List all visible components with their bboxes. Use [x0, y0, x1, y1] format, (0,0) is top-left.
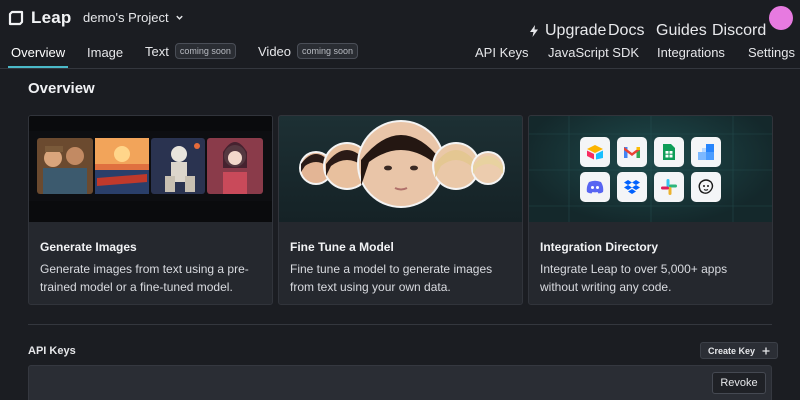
tab-api-keys[interactable]: API Keys [475, 45, 528, 60]
active-tab-indicator [8, 66, 68, 68]
tab-text-label: Text [145, 43, 169, 59]
portraits-image [299, 120, 505, 208]
project-switcher[interactable]: demo's Project [83, 10, 184, 25]
section-divider [28, 324, 772, 325]
discord-icon [580, 172, 610, 202]
create-key-button[interactable]: Create Key [700, 342, 779, 359]
project-name: demo's Project [83, 10, 169, 25]
google-sheets-icon [654, 137, 684, 167]
lightning-icon [530, 25, 538, 37]
revoke-button[interactable]: Revoke [712, 372, 766, 394]
create-key-label: Create Key [708, 345, 756, 356]
fine-tune-model-card[interactable]: Fine Tune a Model Fine tune a model to g… [278, 115, 523, 305]
app-name: Leap [31, 8, 72, 27]
avatar[interactable] [769, 6, 793, 30]
chevron-down-icon [175, 15, 183, 20]
generated-art-image [29, 116, 272, 222]
card-title: Generate Images [40, 240, 137, 254]
plus-icon [762, 347, 770, 354]
card-description: Fine tune a model to generate images fro… [290, 262, 493, 294]
integrations-banner [529, 116, 772, 222]
fine-tune-banner [279, 116, 522, 222]
gmail-icon [617, 137, 647, 167]
leap-logo-icon [8, 10, 24, 26]
grid-pattern [529, 116, 772, 222]
top-bar: Leap demo's Project Upgrade Docs Guides … [0, 0, 800, 39]
tab-video-label: Video [258, 43, 292, 59]
tab-image[interactable]: Image [87, 45, 123, 60]
card-description: Generate images from text using a pre-tr… [40, 262, 249, 294]
integration-directory-card[interactable]: Integration Directory Integrate Leap to … [528, 115, 773, 305]
tab-bar: Overview Image Text coming soon Video co… [0, 38, 800, 69]
squares-icon [691, 137, 721, 167]
api-key-row [28, 365, 772, 400]
card-title: Fine Tune a Model [290, 240, 394, 254]
airtable-icon [580, 137, 610, 167]
api-keys-heading: API Keys [28, 345, 76, 357]
card-title: Integration Directory [540, 240, 659, 254]
card-description: Integrate Leap to over 5,000+ apps witho… [540, 262, 728, 294]
coming-soon-badge: coming soon [174, 43, 236, 59]
mailchimp-icon [691, 172, 721, 202]
tab-settings[interactable]: Settings [748, 45, 795, 60]
tab-javascript-sdk[interactable]: JavaScript SDK [548, 45, 639, 60]
dropbox-icon [617, 172, 647, 202]
tab-integrations[interactable]: Integrations [657, 45, 725, 60]
app-window: Leap demo's Project Upgrade Docs Guides … [0, 0, 800, 400]
tab-text[interactable]: Text coming soon [145, 43, 236, 59]
generated-images-banner [29, 116, 272, 222]
tab-overview[interactable]: Overview [11, 45, 65, 60]
overview-heading: Overview [28, 80, 95, 97]
generate-images-card[interactable]: Generate Images Generate images from tex… [28, 115, 273, 305]
slack-icon [654, 172, 684, 202]
tab-video[interactable]: Video coming soon [258, 43, 359, 59]
coming-soon-badge: coming soon [297, 43, 359, 59]
logo[interactable]: Leap [8, 8, 71, 28]
